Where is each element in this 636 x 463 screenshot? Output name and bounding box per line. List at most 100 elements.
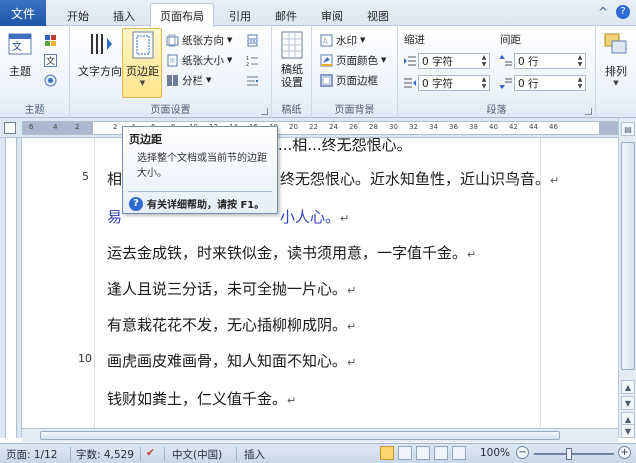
doc-line-3: 运去金成铁，时来铁似金，读书须用意，一字值千金。↵	[107, 244, 477, 262]
next-page-icon[interactable]: ▼	[621, 424, 635, 438]
margins-tooltip: 页边距 选择整个文档或当前节的边距大小。 ? 有关详细帮助，请按 F1。	[122, 126, 278, 214]
ribbon-tab-bar: 文件 开始 插入 页面布局 引用 邮件 审阅 视图 ^ ?	[0, 0, 636, 27]
themes-group-label: 主题	[24, 105, 45, 116]
vertical-ruler[interactable]	[5, 138, 17, 438]
page-setup-group: 文字方向 页边距 ▼ 纸张方向 ▼ 纸张大小 ▼ 分栏 ▼ 1 2 页面设置	[70, 26, 272, 118]
tab-view[interactable]: 视图	[358, 6, 398, 26]
orientation-button[interactable]: 纸张方向 ▼	[166, 32, 232, 48]
indent-right-spin-arrows-icon[interactable]: ▲ ▼	[479, 76, 489, 90]
proofing-icon[interactable]: ✔	[146, 447, 155, 459]
draft-view-icon[interactable]	[452, 446, 466, 460]
document-page[interactable]: ...相...终无怨恨心。 5 相 终无怨恨心。近水知鱼性，近山识鸟音。↵ 易 …	[22, 138, 618, 438]
page-count[interactable]: 页面: 1/12	[6, 447, 57, 462]
themes-button[interactable]: 文 主题	[6, 30, 34, 79]
scroll-down-icon[interactable]: ▼	[621, 396, 635, 410]
word-count[interactable]: 字数: 4,529	[76, 447, 134, 462]
theme-fonts-icon: 文	[44, 53, 57, 67]
tab-file[interactable]: 文件	[0, 0, 46, 26]
ruler-tick: 6	[29, 123, 34, 131]
tab-review[interactable]: 审阅	[312, 6, 352, 26]
tab-mailings[interactable]: 邮件	[266, 6, 306, 26]
tab-home[interactable]: 开始	[58, 6, 98, 26]
doc-line-first-char: 相	[107, 170, 123, 188]
tab-page-layout[interactable]: 页面布局	[150, 3, 214, 27]
size-button[interactable]: 纸张大小 ▼	[166, 52, 232, 68]
tab-selector-icon[interactable]	[4, 122, 16, 134]
orientation-dropdown-arrow-icon: ▼	[227, 36, 233, 44]
draft-paper-settings-button[interactable]: 稿纸 设置	[278, 30, 306, 89]
ruler-toggle-icon[interactable]: ▤	[621, 122, 635, 136]
page-setup-dialog-launcher-icon[interactable]	[261, 108, 268, 115]
paragraph-dialog-launcher-icon[interactable]	[585, 108, 592, 115]
tab-references[interactable]: 引用	[220, 6, 260, 26]
scroll-up-icon[interactable]: ▲	[621, 380, 635, 394]
line-numbers-icon: 1 2	[246, 56, 258, 67]
insert-mode-indicator[interactable]: 插入	[244, 447, 265, 462]
line-numbers-button[interactable]: 1 2	[246, 52, 259, 68]
tooltip-divider	[128, 191, 272, 192]
margins-icon	[132, 31, 153, 59]
status-divider	[236, 447, 237, 461]
space-before-icon	[500, 55, 512, 66]
theme-effects-button[interactable]	[44, 72, 57, 88]
watermark-icon: A	[320, 34, 333, 46]
horizontal-ruler-bar: 6 4 2 2 4 6 8 10 12 14 16 18 20 22 24 26…	[0, 118, 636, 138]
zoom-slider-thumb[interactable]	[566, 448, 572, 460]
theme-colors-button[interactable]	[44, 32, 57, 48]
ruler-tick: 38	[469, 123, 478, 131]
horizontal-scrollbar-thumb[interactable]	[40, 431, 560, 440]
columns-button[interactable]: 分栏 ▼	[166, 72, 211, 88]
tab-insert[interactable]: 插入	[104, 6, 144, 26]
themes-group: 文 主题 文 主题	[0, 26, 70, 118]
indent-left-icon	[404, 56, 416, 66]
page-background-group-label: 页面背景	[334, 105, 375, 116]
ruler-tick: 44	[529, 123, 538, 131]
web-layout-view-icon[interactable]	[416, 446, 430, 460]
page-borders-button[interactable]: 页面边框	[320, 72, 378, 88]
space-before-spinner[interactable]: 0 行 ▲ ▼	[514, 53, 586, 69]
theme-fonts-button[interactable]: 文	[44, 52, 57, 68]
arrange-button[interactable]: 排列 ▼	[602, 30, 630, 87]
vertical-scrollbar[interactable]: ▤ ▲ ▼ ▲ ▼	[618, 118, 636, 438]
zoom-slider[interactable]	[534, 453, 614, 455]
margins-button[interactable]: 页边距 ▼	[126, 30, 159, 87]
hyphenation-button[interactable]	[246, 72, 259, 88]
indent-left-spinner[interactable]: 0 字符 ▲ ▼	[418, 53, 490, 69]
space-before-spin-arrows-icon[interactable]: ▲ ▼	[575, 54, 585, 68]
full-screen-reading-view-icon[interactable]	[398, 446, 412, 460]
indent-right-spinner[interactable]: 0 字符 ▲ ▼	[418, 75, 490, 91]
language-indicator[interactable]: 中文(中国)	[172, 447, 222, 462]
arrange-icon	[604, 33, 627, 54]
spacing-label: 间距	[500, 34, 521, 46]
page-color-button[interactable]: 页面颜色 ▼	[320, 52, 386, 68]
ruler-tick: 32	[409, 123, 418, 131]
svg-text:文: 文	[46, 55, 55, 67]
line-number: 10	[78, 352, 92, 365]
ribbon-minimize-icon[interactable]: ^	[598, 5, 608, 19]
help-icon[interactable]: ?	[616, 5, 630, 19]
space-after-spin-arrows-icon[interactable]: ▲ ▼	[575, 76, 585, 90]
horizontal-scrollbar[interactable]	[22, 428, 618, 442]
breaks-button[interactable]	[246, 32, 259, 48]
zoom-in-icon[interactable]: +	[618, 446, 631, 459]
ruler-tick: 36	[449, 123, 458, 131]
space-after-icon	[500, 78, 512, 89]
ruler-tick: 26	[349, 123, 358, 131]
outline-view-icon[interactable]	[434, 446, 448, 460]
svg-text:A: A	[323, 37, 329, 46]
zoom-out-icon[interactable]: −	[516, 446, 529, 459]
columns-dropdown-arrow-icon: ▼	[206, 76, 212, 84]
space-after-spinner[interactable]: 0 行 ▲ ▼	[514, 75, 586, 91]
theme-colors-icon	[45, 34, 56, 46]
zoom-level[interactable]: 100%	[480, 447, 510, 459]
text-direction-button[interactable]: 文字方向	[78, 30, 122, 79]
breaks-icon	[247, 34, 258, 46]
indent-left-spin-arrows-icon[interactable]: ▲ ▼	[479, 54, 489, 68]
ruler-tick: 28	[369, 123, 378, 131]
watermark-button[interactable]: A 水印 ▼	[320, 32, 365, 48]
vertical-scrollbar-thumb[interactable]	[621, 142, 635, 370]
horizontal-ruler[interactable]: 6 4 2 2 4 6 8 10 12 14 16 18 20 22 24 26…	[22, 121, 618, 135]
print-layout-view-icon[interactable]	[380, 446, 394, 460]
draft-paper-group: 稿纸 设置 稿纸	[272, 26, 312, 118]
ruler-tick: 4	[53, 123, 58, 131]
